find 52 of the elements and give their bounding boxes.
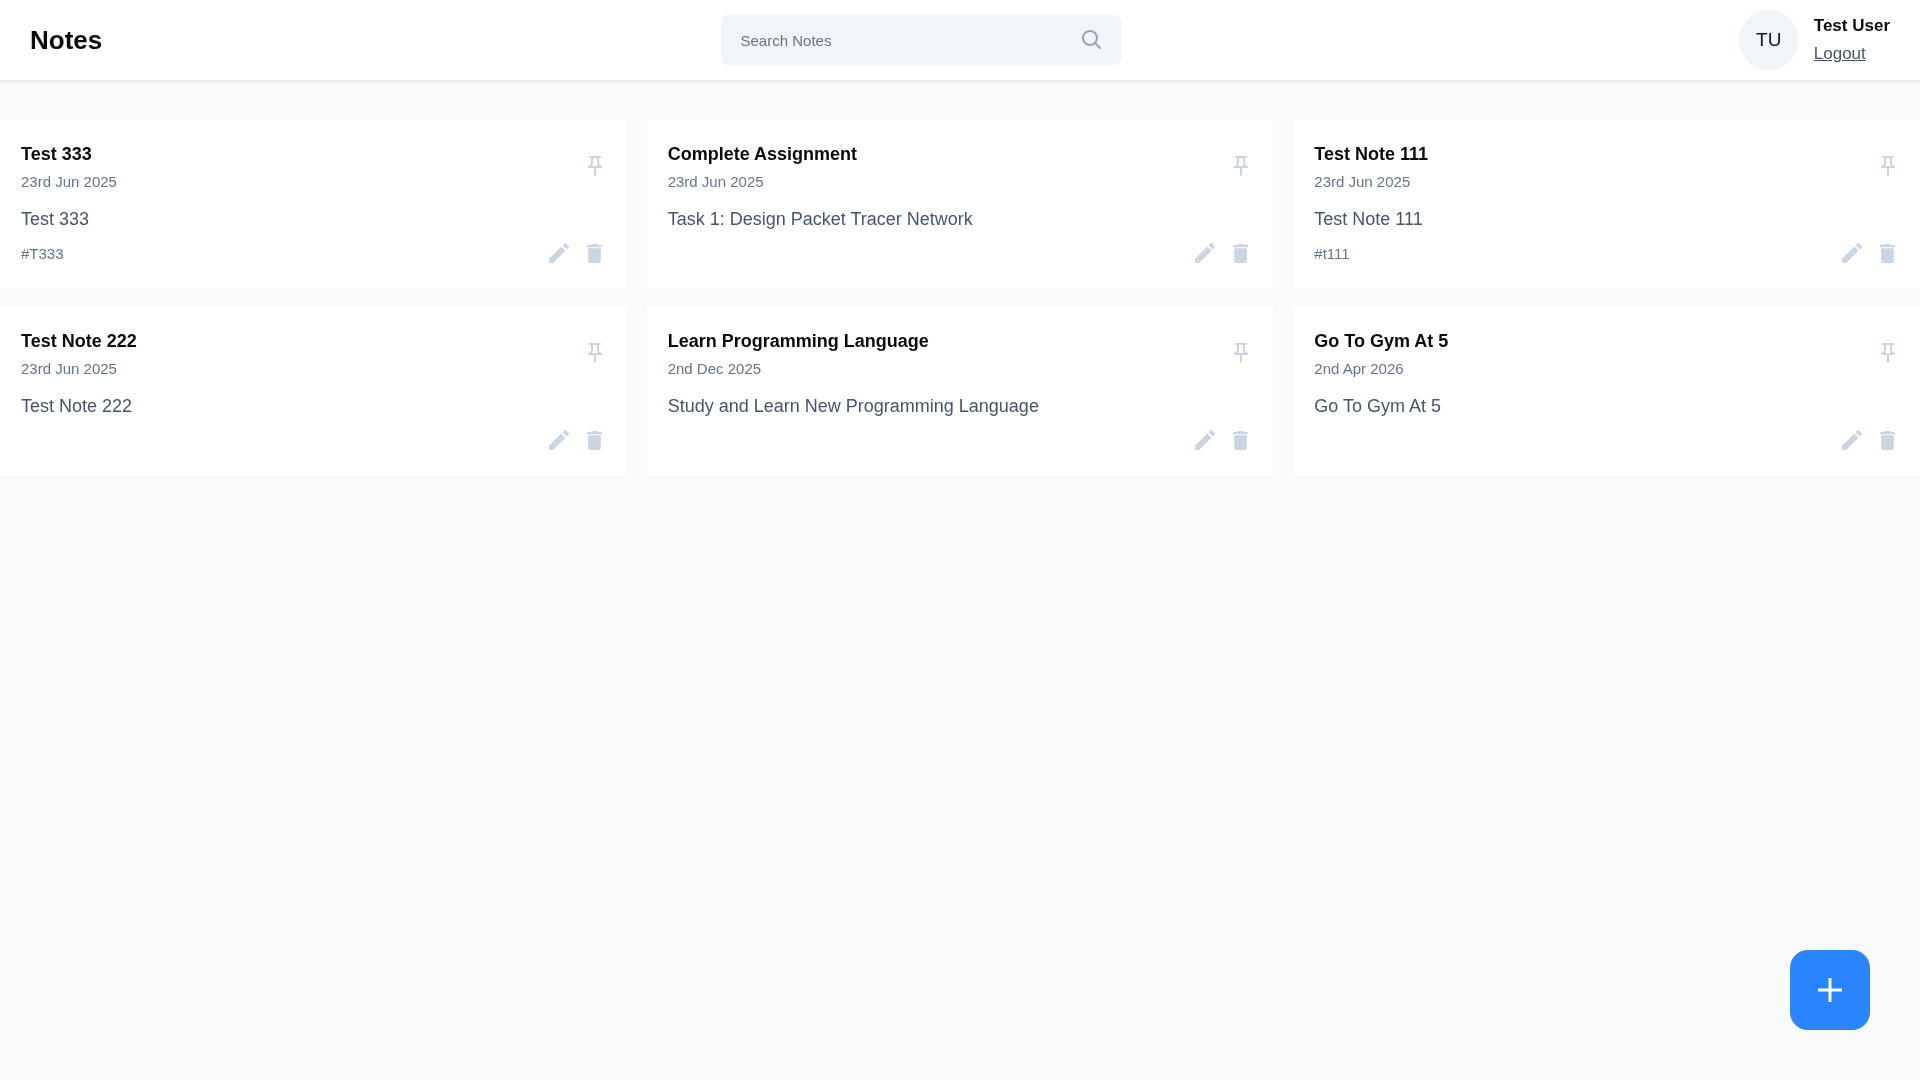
pencil-icon[interactable] [1842, 243, 1862, 263]
note-content: Test 333 [21, 208, 91, 231]
pin-icon[interactable] [1234, 156, 1249, 177]
note-title: Go To Gym At 5 [1314, 330, 1449, 353]
trash-icon[interactable] [1880, 243, 1895, 263]
user-name: Test User [1813, 16, 1890, 36]
note-date: 23rd Jun 2025 [21, 359, 117, 379]
pencil-icon[interactable] [548, 243, 569, 263]
app-title: Notes [30, 24, 103, 56]
note-card[interactable]: Complete Assignment 23rd Jun 2025 Task 1: Design Packet Tracer Network [646, 120, 1274, 289]
note-title: Test 333 [21, 143, 92, 166]
note-card[interactable]: Learn Programming Language 2nd Dec 2025 Study and Learn New Programming Language [646, 307, 1274, 476]
pin-icon[interactable] [1881, 156, 1895, 177]
pin-icon[interactable] [1881, 343, 1895, 364]
trash-icon[interactable] [1233, 243, 1249, 263]
note-card[interactable]: Test 333 23rd Jun 2025 Test 333 #T333 [0, 120, 627, 289]
note-content: Test Note 222 [21, 395, 134, 418]
note-title: Test Note 222 [21, 330, 137, 353]
note-title: Test Note 111 [1314, 143, 1429, 166]
note-content: Task 1: Design Packet Tracer Network [667, 208, 974, 231]
logout-link[interactable]: Logout [1813, 44, 1866, 64]
note-card[interactable]: Test Note 111 23rd Jun 2025 Test Note 111 #t111 [1293, 120, 1920, 289]
pin-icon[interactable] [587, 343, 602, 364]
note-tag: #T333 [21, 244, 64, 262]
trash-icon[interactable] [1233, 430, 1249, 450]
note-date: 23rd Jun 2025 [1314, 172, 1411, 192]
pin-icon[interactable] [587, 156, 602, 177]
note-title: Complete Assignment [667, 143, 858, 166]
note-card[interactable]: Go To Gym At 5 2nd Apr 2026 Go To Gym At 5 [1293, 307, 1920, 476]
trash-icon[interactable] [586, 243, 602, 263]
plus-icon [1818, 978, 1842, 1002]
trash-icon[interactable] [586, 430, 602, 450]
note-date: 23rd Jun 2025 [667, 172, 764, 192]
trash-icon[interactable] [1880, 430, 1895, 450]
note-content: Test Note 111 [1314, 208, 1424, 231]
user-avatar: TU [1738, 10, 1799, 70]
add-note-button[interactable] [1790, 950, 1870, 1030]
note-card[interactable]: Test Note 222 23rd Jun 2025 Test Note 222 [0, 307, 627, 476]
pencil-icon[interactable] [1195, 430, 1216, 450]
note-content: Study and Learn New Programming Language [667, 395, 1040, 418]
note-tag: #t111 [1314, 244, 1350, 262]
note-date: 23rd Jun 2025 [21, 172, 117, 192]
note-content: Go To Gym At 5 [1314, 395, 1443, 418]
pencil-icon[interactable] [548, 430, 569, 450]
note-date: 2nd Dec 2025 [667, 359, 762, 379]
pencil-icon[interactable] [1842, 430, 1862, 450]
note-date: 2nd Apr 2026 [1314, 359, 1404, 379]
note-title: Learn Programming Language [667, 330, 929, 353]
pencil-icon[interactable] [1195, 243, 1216, 263]
search-icon[interactable] [1081, 30, 1101, 49]
search-field[interactable]: Search Notes [720, 15, 1121, 65]
pin-icon[interactable] [1234, 343, 1249, 364]
